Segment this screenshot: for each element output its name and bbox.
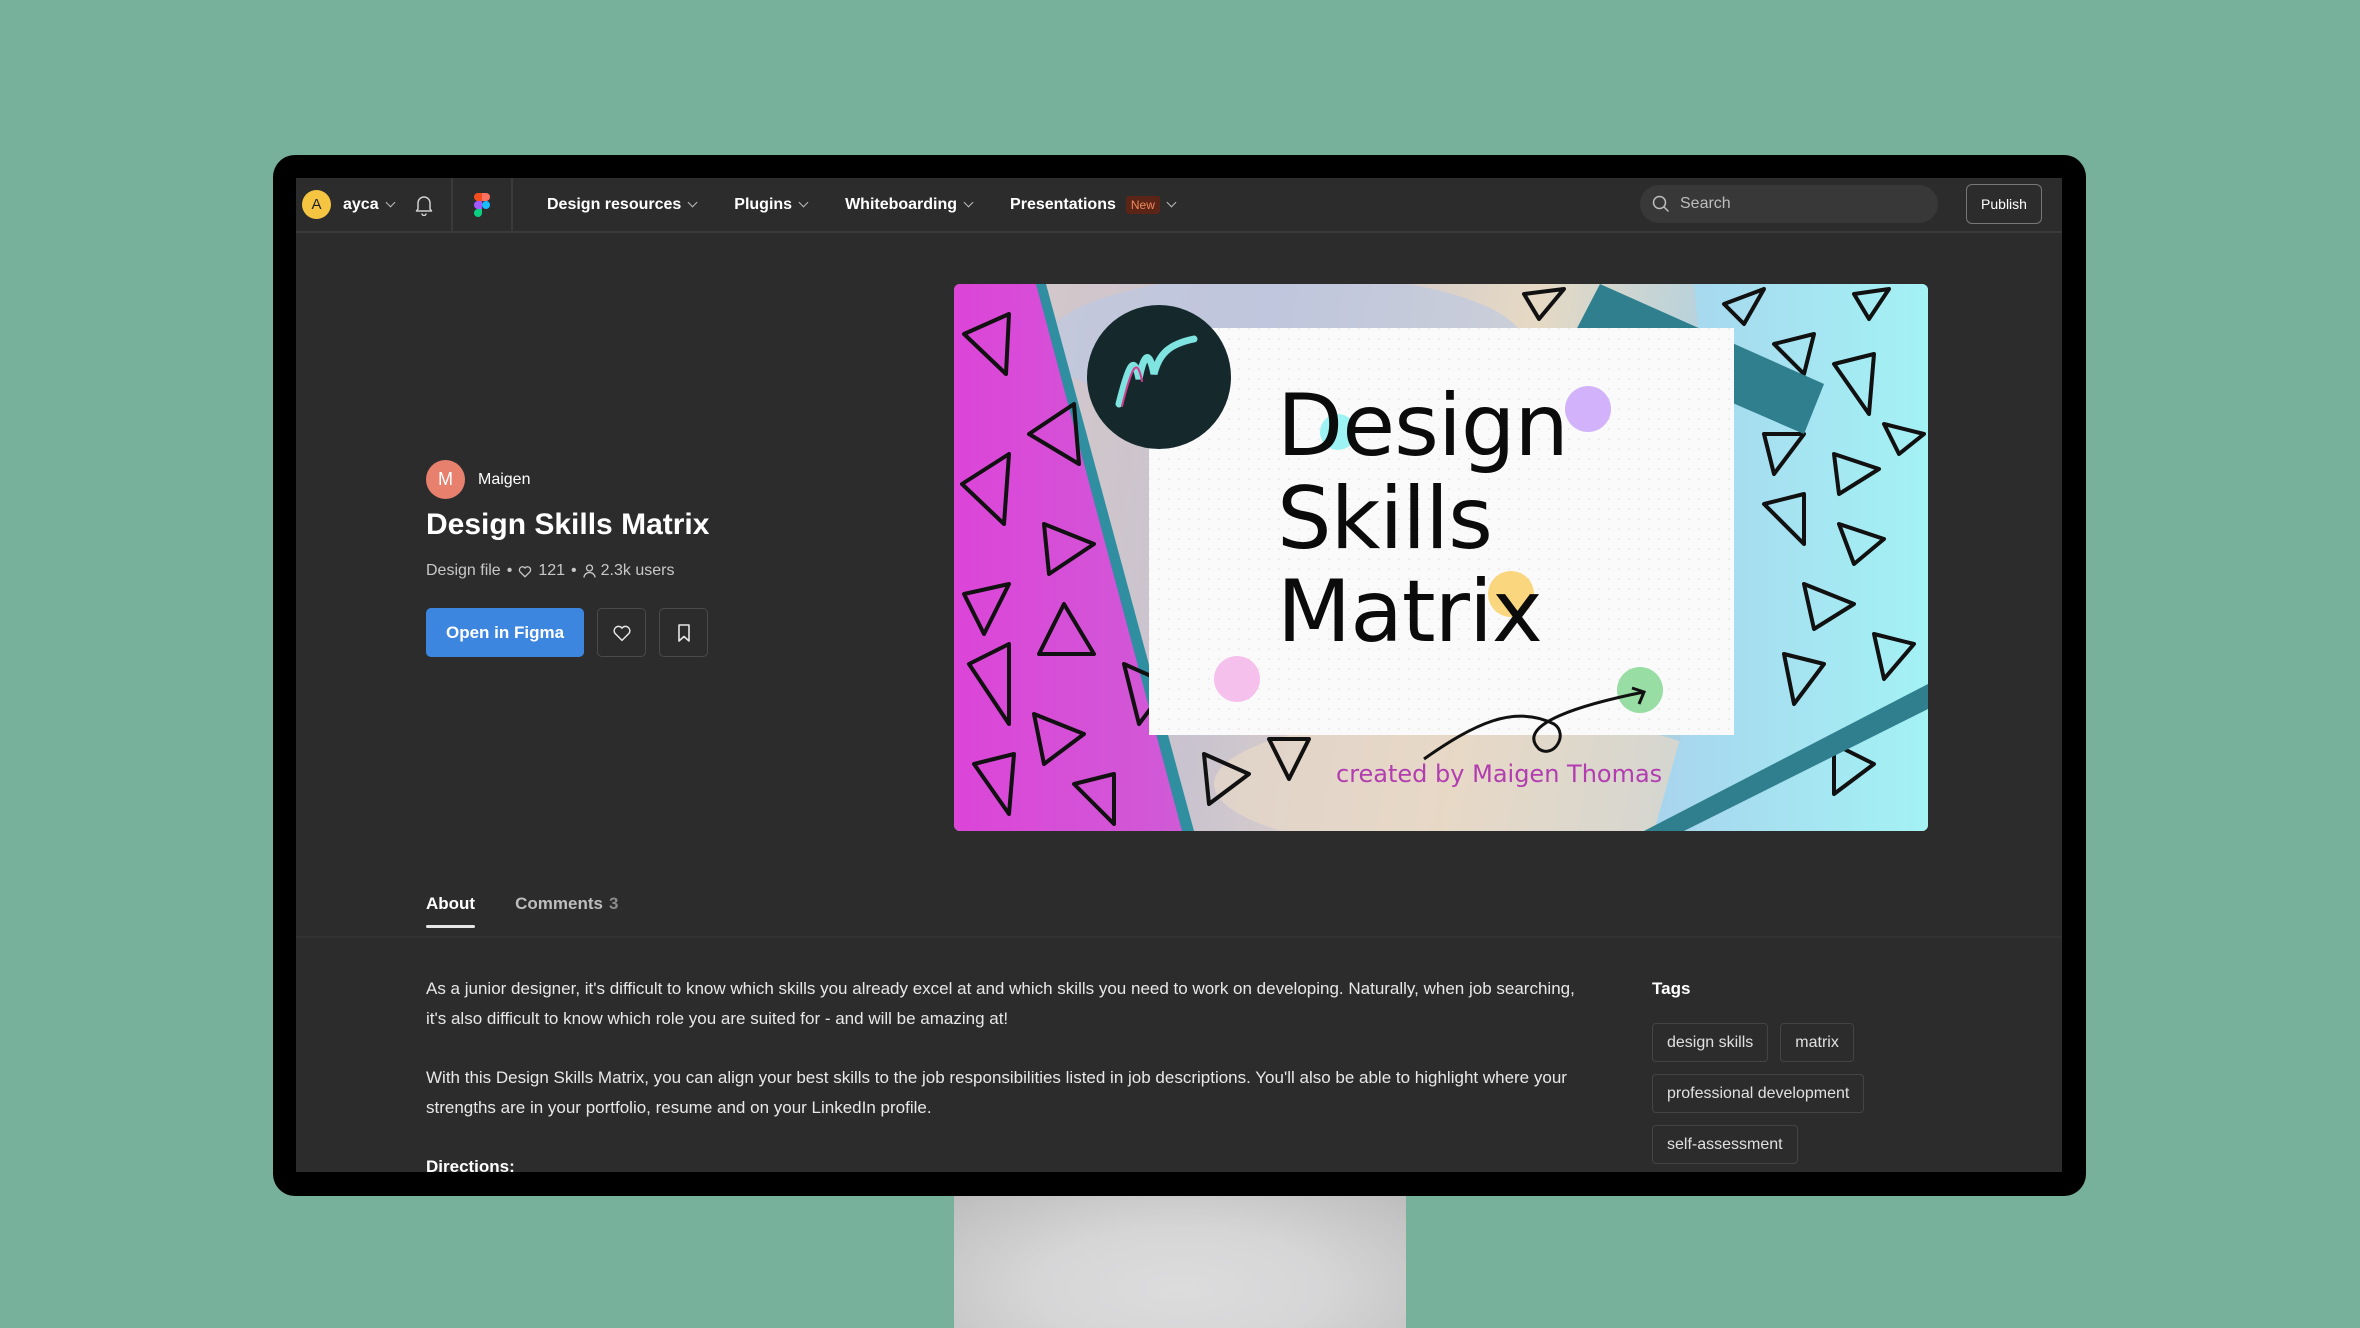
user-menu-button[interactable]: A ayca [302,190,396,219]
cover-heading: Design Skills Matrix [1277,376,1569,662]
tag[interactable]: professional development [1652,1074,1865,1113]
cover-logo [1087,305,1231,449]
chevron-down-icon [1166,197,1177,208]
tab-comments[interactable]: Comments 3 [515,894,618,928]
author[interactable]: M Maigen [426,460,530,499]
file-title: Design Skills Matrix [426,508,710,541]
heart-icon [519,565,532,578]
author-name: Maigen [478,470,531,488]
heart-icon [612,625,631,641]
tags-section: Tags design skills matrix professional d… [1652,974,1876,1164]
cover-heading-line: Matrix [1277,562,1543,662]
publish-button[interactable]: Publish [1966,184,2042,224]
search-icon [1652,195,1670,213]
bell-icon[interactable] [414,194,434,216]
user-count: 2.3k users [600,562,675,579]
separator-dot: • [571,562,577,579]
file-meta: Design file • 121 • 2.3k users [426,562,674,580]
chevron-down-icon [963,197,974,208]
nav-item-label: Plugins [734,195,793,213]
chevron-down-icon [385,197,396,208]
tag[interactable]: self-assessment [1652,1125,1798,1164]
new-badge: New [1125,195,1160,214]
chevron-down-icon [687,197,698,208]
browser-screen: A ayca Design resources Plugins Whiteboa… [296,178,2062,1172]
tab-bar: About Comments 3 [426,894,658,928]
tag[interactable]: matrix [1780,1023,1854,1062]
nav-design-resources[interactable]: Design resources [547,195,698,214]
nav-item-label: Design resources [547,195,682,213]
cover-heading-line: Skills [1277,469,1493,569]
tabs-divider [296,936,2062,938]
nav-menu: Design resources Plugins Whiteboarding P… [547,195,1213,214]
user-avatar: A [302,190,331,219]
tag[interactable]: design skills [1652,1023,1769,1062]
about-paragraph: With this Design Skills Matrix, you can … [426,1068,1567,1117]
directions-heading: Directions: [426,1157,515,1172]
cover-image[interactable]: Design Skills Matrix created by Maigen T… [954,284,1928,831]
search-input[interactable]: Search [1640,185,1938,223]
about-description: As a junior designer, it's difficult to … [426,974,1596,1172]
username: ayca [343,195,379,213]
user-icon [582,564,596,578]
file-actions: Open in Figma [426,608,708,657]
monitor-stand [954,1196,1406,1328]
file-type: Design file [426,562,501,579]
author-avatar: M [426,460,465,499]
about-paragraph: As a junior designer, it's difficult to … [426,979,1575,1028]
nav-plugins[interactable]: Plugins [734,195,809,214]
top-navbar: A ayca Design resources Plugins Whiteboa… [296,178,2062,233]
cover-credit: created by Maigen Thomas [1336,760,1663,788]
nav-item-label: Whiteboarding [845,195,958,213]
tab-label: Comments [515,894,603,913]
search-placeholder: Search [1680,195,1731,212]
comments-count: 3 [608,894,619,913]
cover-heading-line: Design [1277,376,1569,476]
nav-whiteboarding[interactable]: Whiteboarding [845,195,974,214]
tab-label: About [426,894,476,913]
tags-title: Tags [1652,979,1691,998]
bookmark-icon [677,623,690,642]
chevron-down-icon [798,197,809,208]
separator-dot: • [506,562,513,579]
like-button[interactable] [597,608,646,657]
figma-logo-icon[interactable] [453,178,513,231]
tab-about[interactable]: About [426,894,476,928]
open-in-figma-button[interactable]: Open in Figma [426,608,584,657]
user-section: A ayca [296,178,453,231]
like-count: 121 [538,562,566,579]
nav-item-label: Presentations [1010,195,1116,213]
bookmark-button[interactable] [659,608,708,657]
nav-presentations[interactable]: Presentations New [1010,195,1177,214]
